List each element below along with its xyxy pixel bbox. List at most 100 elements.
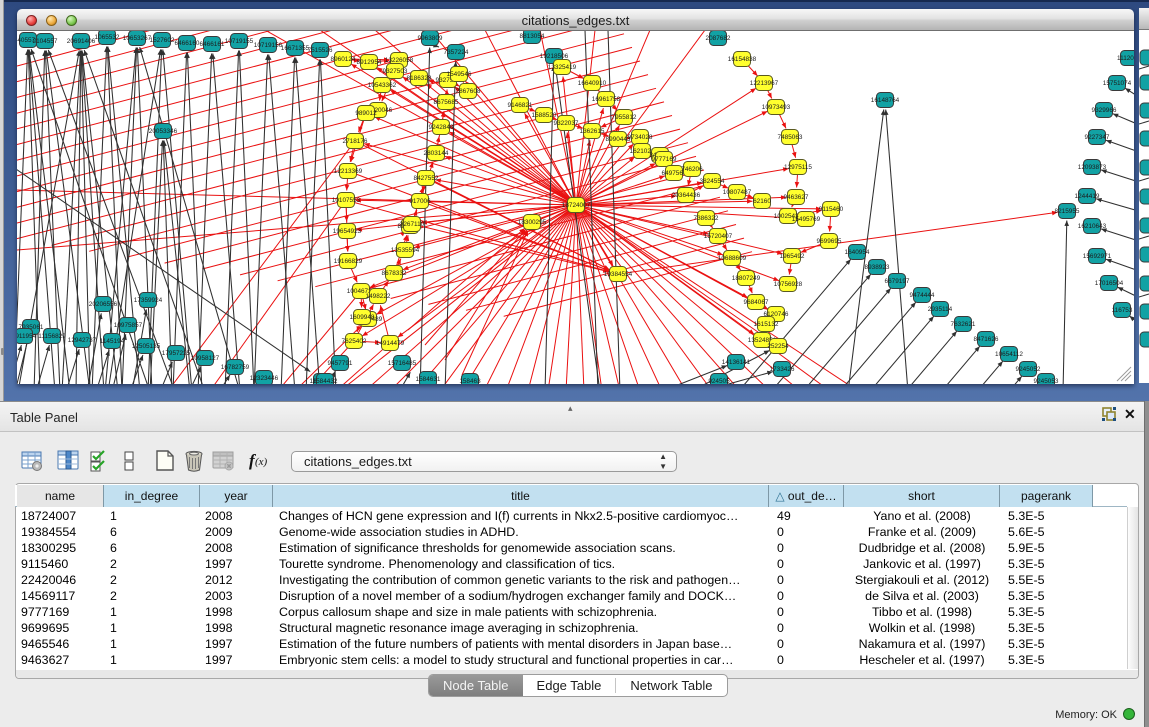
svg-text:18724007: 18724007	[562, 202, 591, 209]
svg-text:10653267: 10653267	[123, 35, 152, 42]
svg-text:15720407: 15720407	[704, 233, 733, 240]
svg-text:17957225: 17957225	[162, 350, 191, 357]
svg-text:20206556: 20206556	[89, 301, 118, 308]
svg-text:746206: 746206	[681, 166, 703, 173]
svg-text:12975115: 12975115	[784, 164, 812, 171]
svg-text:3267110: 3267110	[400, 221, 425, 228]
svg-text:3824554: 3824554	[700, 178, 725, 185]
svg-text:9457791: 9457791	[328, 360, 353, 367]
svg-text:9699695: 9699695	[817, 238, 842, 245]
svg-text:9474444: 9474444	[910, 292, 935, 299]
svg-text:1640954: 1640954	[845, 249, 870, 256]
svg-text:13226058: 13226058	[385, 57, 414, 64]
svg-text:10973493: 10973493	[762, 104, 791, 111]
svg-text:10807487: 10807487	[723, 189, 752, 196]
svg-text:989012: 989012	[355, 110, 377, 117]
svg-text:1584432: 1584432	[313, 378, 338, 384]
svg-text:19654923: 19654923	[333, 228, 362, 235]
svg-text:9963809: 9963809	[418, 35, 443, 42]
svg-text:17016504: 17016504	[1095, 280, 1124, 287]
svg-text:19218506: 19218506	[540, 53, 569, 60]
svg-text:19384554: 19384554	[604, 271, 633, 278]
svg-text:1065532: 1065532	[95, 34, 120, 41]
svg-text:12505135: 12505135	[132, 343, 161, 350]
svg-text:14914479: 14914479	[376, 340, 405, 347]
svg-text:1549546: 1549546	[447, 71, 472, 78]
svg-text:1615132: 1615132	[754, 321, 779, 328]
svg-text:924505: 924505	[708, 378, 730, 384]
svg-text:8215955: 8215955	[1055, 208, 1080, 215]
svg-text:8427552: 8427552	[414, 175, 439, 182]
svg-text:10654112: 10654112	[995, 351, 1023, 358]
svg-text:116753: 116753	[1112, 307, 1133, 314]
svg-text:12093873: 12093873	[1078, 164, 1107, 171]
svg-text:9115460: 9115460	[819, 206, 844, 213]
svg-text:12213967: 12213967	[750, 80, 779, 87]
svg-text:16961758: 16961758	[592, 96, 621, 103]
svg-text:6466160: 6466160	[175, 40, 200, 47]
svg-text:12213369: 12213369	[334, 168, 363, 175]
svg-text:7625402: 7625402	[342, 338, 367, 345]
svg-text:2087682: 2087682	[706, 35, 731, 42]
svg-text:7485063: 7485063	[778, 134, 803, 141]
svg-text:10975857: 10975857	[114, 322, 143, 329]
svg-text:13535594: 13535594	[391, 247, 420, 254]
svg-text:8960124: 8960124	[331, 56, 356, 63]
svg-text:252254: 252254	[767, 343, 789, 350]
svg-text:2104557: 2104557	[33, 38, 58, 45]
svg-text:158463: 158463	[459, 378, 481, 384]
svg-text:917006: 917006	[409, 198, 431, 205]
svg-text:8938923: 8938923	[865, 264, 890, 271]
svg-text:18300295: 18300295	[518, 219, 547, 226]
svg-text:1609948: 1609948	[350, 314, 375, 321]
svg-text:1244419: 1244419	[1075, 193, 1100, 200]
svg-text:20691406: 20691406	[67, 38, 96, 45]
svg-text:20053346: 20053346	[149, 128, 178, 135]
svg-text:15716485: 15716485	[388, 360, 417, 367]
svg-text:10958127: 10958127	[191, 355, 220, 362]
svg-text:16640910: 16640910	[578, 80, 607, 87]
svg-text:62160: 62160	[753, 198, 771, 205]
svg-text:9227347: 9227347	[1085, 134, 1110, 141]
svg-text:10756928: 10756928	[774, 281, 803, 288]
svg-text:16671355: 16671355	[281, 45, 310, 52]
svg-text:9322037: 9322037	[554, 120, 579, 127]
svg-text:7955812: 7955812	[612, 114, 637, 121]
svg-text:10688609: 10688609	[718, 255, 747, 262]
svg-text:2803144: 2803144	[424, 150, 449, 157]
svg-text:8675685: 8675685	[434, 99, 459, 106]
svg-text:10543362: 10543362	[368, 82, 397, 89]
svg-text:3911954: 3911954	[17, 333, 37, 340]
svg-text:2935114: 2935114	[928, 306, 953, 313]
svg-text:18807249: 18807249	[732, 275, 761, 282]
svg-text:1588520: 1588520	[532, 112, 557, 119]
svg-text:7515526: 7515526	[308, 47, 333, 54]
svg-text:9463627: 9463627	[784, 194, 809, 201]
svg-text:2718176: 2718176	[343, 138, 368, 145]
svg-text:1527602: 1527602	[150, 37, 175, 44]
svg-text:2867608: 2867608	[456, 88, 481, 95]
svg-text:17359924: 17359924	[134, 297, 163, 304]
svg-text:1733426: 1733426	[770, 366, 795, 373]
svg-text:15751074: 15751074	[1103, 80, 1132, 87]
svg-text:20364436: 20364436	[672, 192, 701, 199]
svg-text:7386322: 7386322	[694, 215, 719, 222]
svg-text:12942737: 12942737	[68, 337, 97, 344]
svg-text:6679197: 6679197	[885, 278, 910, 285]
svg-text:9327503: 9327503	[383, 68, 408, 75]
svg-text:19166829: 19166829	[334, 258, 363, 265]
svg-text:1584631: 1584631	[416, 376, 441, 383]
svg-text:14136141: 14136141	[722, 359, 751, 366]
svg-text:10719155: 10719155	[225, 38, 254, 45]
svg-text:9329966: 9329966	[1092, 107, 1117, 114]
svg-text:8912954: 8912954	[357, 59, 382, 66]
svg-text:1498222: 1498222	[366, 293, 391, 300]
svg-text:(x): (x)	[255, 456, 268, 468]
svg-text:8186328: 8186328	[407, 75, 432, 82]
svg-text:1145194: 1145194	[100, 338, 125, 345]
svg-text:9777169: 9777169	[652, 156, 677, 163]
svg-text:8813054: 8813054	[520, 33, 545, 40]
svg-text:1965492: 1965492	[780, 253, 805, 260]
svg-text:6466161: 6466161	[200, 41, 225, 48]
svg-text:9684067: 9684067	[744, 299, 769, 306]
